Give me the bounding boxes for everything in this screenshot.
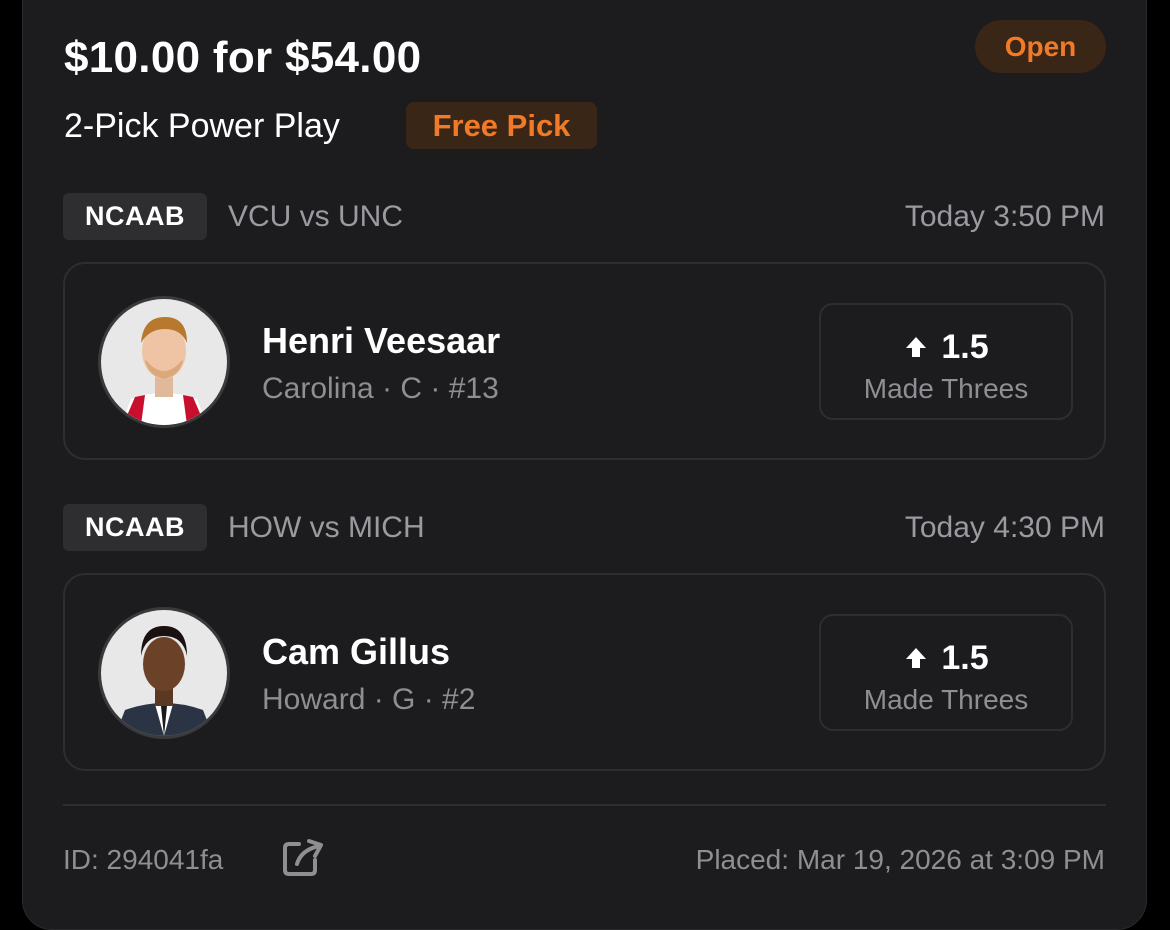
arrow-up-icon [903, 645, 929, 671]
player-name: Henri Veesaar [262, 320, 501, 361]
entry-payout-title: $10.00 for $54.00 [64, 33, 422, 82]
player-headshot-image [101, 299, 227, 425]
player-meta: Howard · G · #2 [262, 683, 476, 716]
game-time: Today 4:30 PM [904, 511, 1105, 544]
player-name: Cam Gillus [262, 631, 451, 672]
status-badge: Open [975, 20, 1106, 73]
matchup-label: VCU vs UNC [228, 200, 404, 233]
player-avatar [98, 607, 230, 739]
projection-line-box[interactable]: 1.5 Made Threes [819, 614, 1073, 731]
play-type-label: 2-Pick Power Play [64, 107, 340, 145]
projection-line-box[interactable]: 1.5 Made Threes [819, 303, 1073, 420]
league-badge: NCAAB [63, 504, 207, 551]
entry-id: ID: 294041fa [63, 844, 224, 875]
divider [63, 804, 1106, 806]
external-link-icon[interactable] [281, 838, 325, 878]
matchup-label: HOW vs MICH [228, 511, 425, 544]
player-meta: Carolina · C · #13 [262, 372, 499, 405]
line-value: 1.5 [941, 328, 989, 366]
line-value: 1.5 [941, 639, 989, 677]
placed-timestamp: Placed: Mar 19, 2026 at 3:09 PM [695, 844, 1105, 875]
free-pick-badge: Free Pick [406, 102, 597, 149]
player-headshot-image [101, 610, 227, 736]
game-time: Today 3:50 PM [904, 200, 1105, 233]
league-badge: NCAAB [63, 193, 207, 240]
stat-label: Made Threes [863, 373, 1029, 404]
stat-label: Made Threes [863, 684, 1029, 715]
player-avatar [98, 296, 230, 428]
arrow-up-icon [903, 334, 929, 360]
